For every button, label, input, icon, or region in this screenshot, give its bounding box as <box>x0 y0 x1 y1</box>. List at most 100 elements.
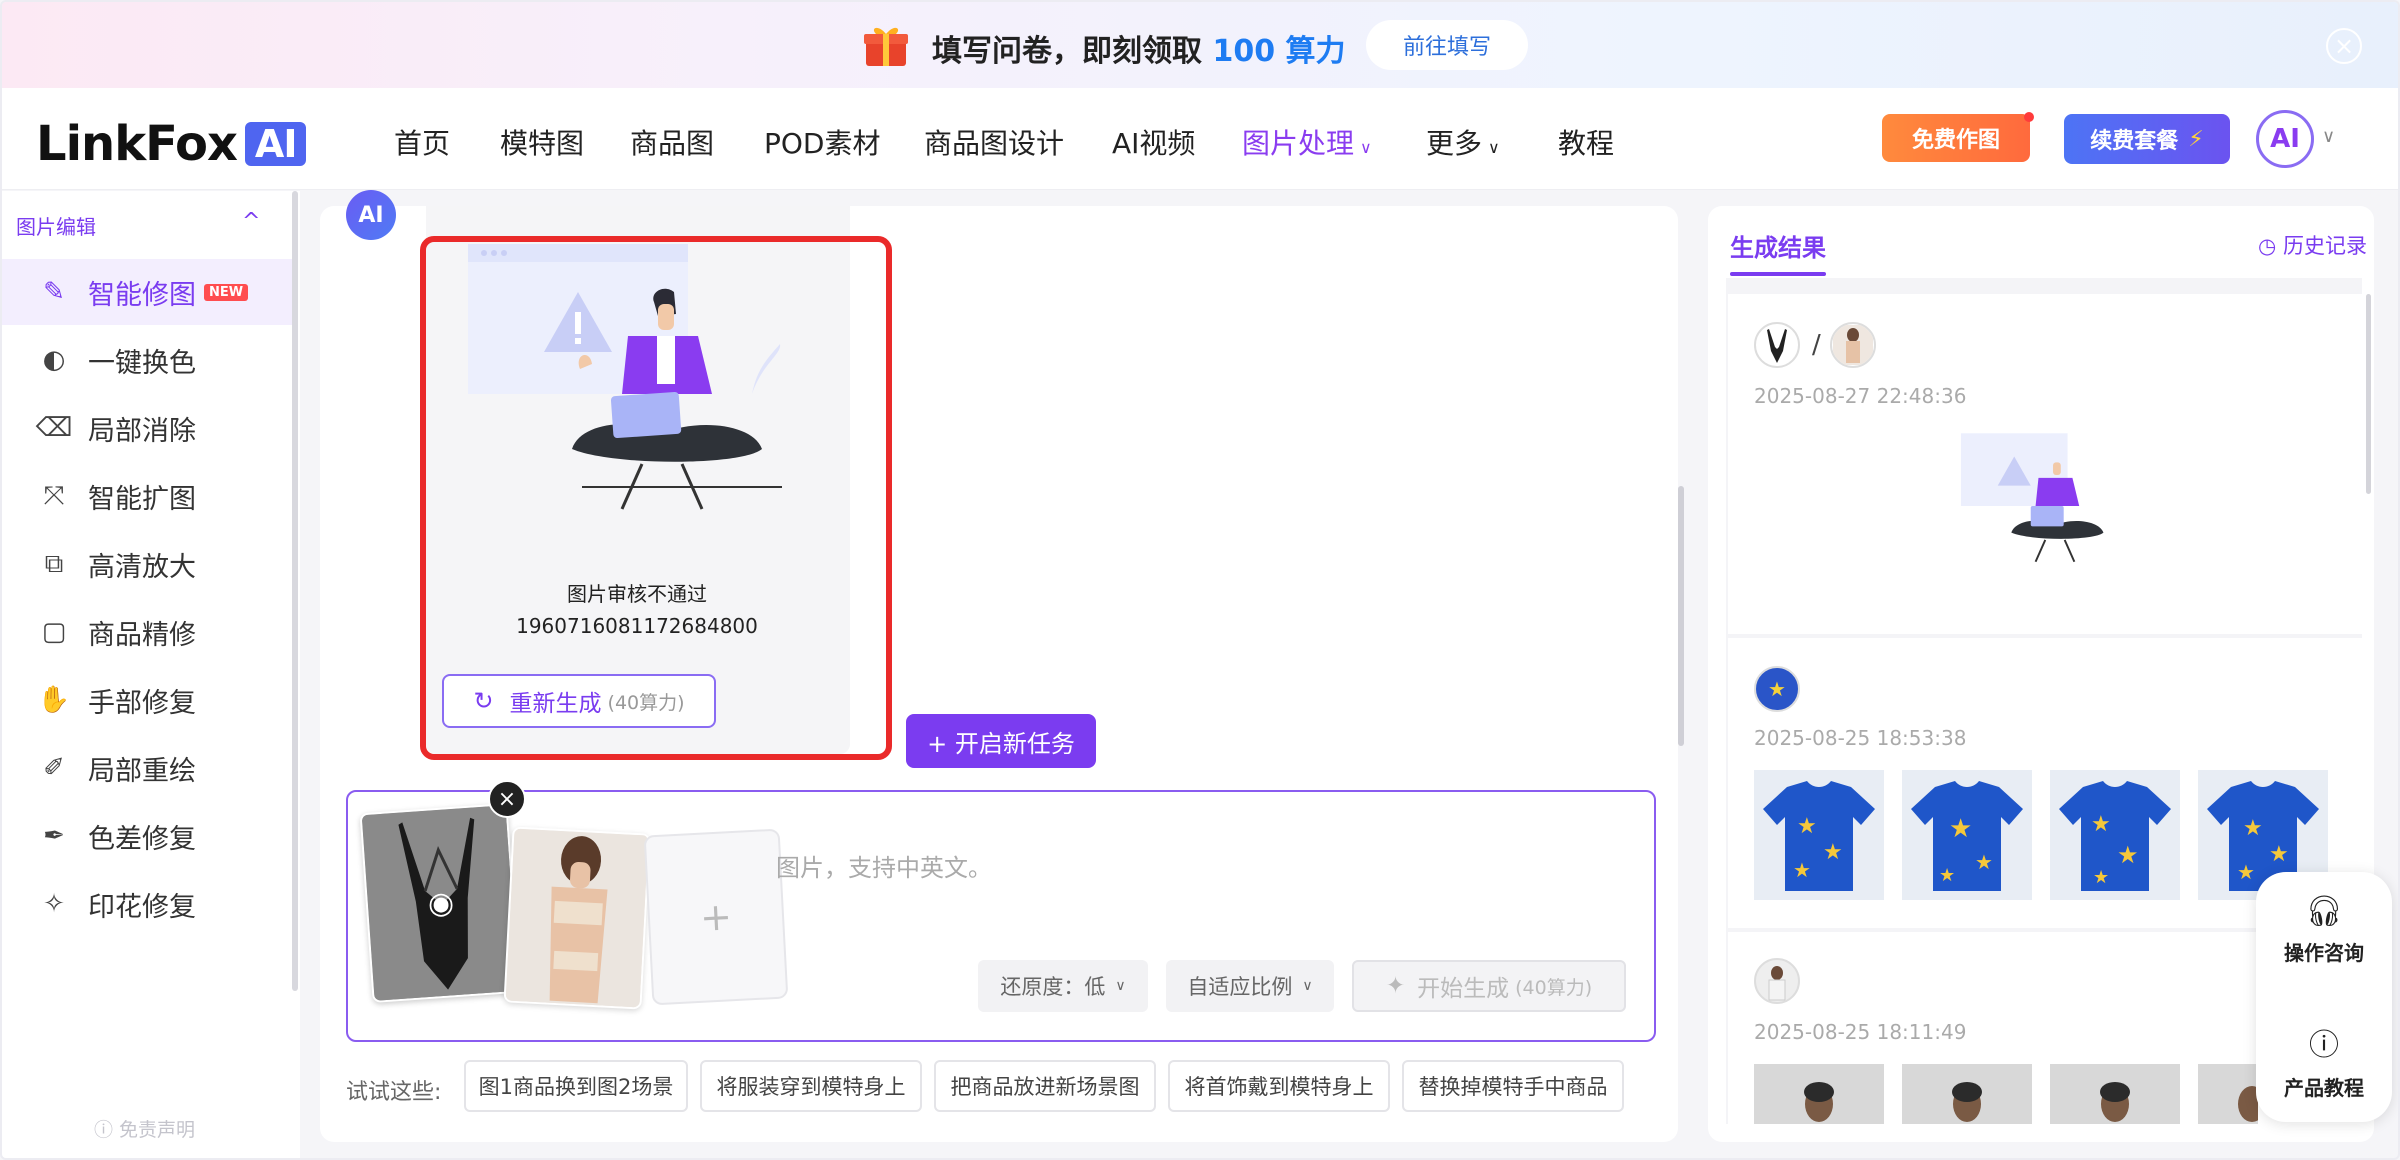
suggestion-chip[interactable]: 图1商品换到图2场景 <box>464 1060 688 1112</box>
hand-icon: ✋ <box>37 685 71 715</box>
repaint-icon: ✐ <box>43 753 65 783</box>
svg-text:★: ★ <box>1797 814 1817 839</box>
sidebar: 图片编辑 ^ ✎ 智能修图 NEW ◐ 一键换色 ⌫ 局部消除 ⤧ 智能扩图 ⧉ 高清放大 … <box>2 191 300 1158</box>
avatar[interactable]: AI <box>2256 110 2314 168</box>
notification-dot <box>2024 112 2034 122</box>
model-image <box>505 828 651 1010</box>
prompt-placeholder: 图片，支持中英文。 <box>776 854 992 882</box>
upscale-icon: ⧉ <box>44 548 64 579</box>
new-task-button[interactable]: + 开启新任务 <box>906 714 1096 768</box>
result-image[interactable]: ★ ★ ★ <box>1902 770 2032 900</box>
nav-product-image[interactable]: 商品图 <box>630 122 714 162</box>
sidebar-group-title[interactable]: 图片编辑 <box>16 211 96 240</box>
sidebar-item-expand[interactable]: ⤧ 智能扩图 <box>2 463 292 529</box>
try-label: 试试这些: <box>346 1080 442 1105</box>
chevron-down-icon: ∨ <box>1115 978 1126 994</box>
svg-text:★: ★ <box>2091 812 2111 837</box>
chevron-down-icon: ∨ <box>1488 138 1500 157</box>
nav-home[interactable]: 首页 <box>394 122 450 162</box>
result-time: 2025-08-25 18:53:38 <box>1754 726 1967 750</box>
tutorial-button[interactable]: ⓘ 产品教程 <box>2256 1020 2392 1101</box>
eraser-icon: ⌫ <box>35 413 73 443</box>
sidebar-item-product-retouch[interactable]: ▢ 商品精修 <box>2 599 292 665</box>
ai-avatar: AI <box>346 190 396 240</box>
suggestion-chip[interactable]: 将首饰戴到模特身上 <box>1168 1060 1390 1112</box>
add-image-button[interactable]: + <box>643 828 789 1006</box>
clock-icon: ◷ <box>2258 234 2283 258</box>
result-image[interactable] <box>2198 1064 2258 1124</box>
chevron-down-icon: ∨ <box>1302 978 1313 994</box>
input-thumb: ★ <box>1754 666 1800 712</box>
suggestion-chip[interactable]: 替换掉模特手中商品 <box>1402 1060 1624 1112</box>
close-icon[interactable]: × <box>2326 28 2362 64</box>
main-scrollbar[interactable] <box>1678 486 1684 746</box>
banner-cta-button[interactable]: 前往填写 <box>1366 20 1528 70</box>
gift-icon <box>864 27 908 66</box>
result-image[interactable]: ★ ★ ★ <box>1754 770 1884 900</box>
svg-text:★: ★ <box>2117 841 2139 869</box>
sidebar-item-upscale[interactable]: ⧉ 高清放大 <box>2 531 292 597</box>
result-image[interactable]: ★ ★ ★ <box>2050 770 2180 900</box>
eye-icon[interactable]: ◉ <box>428 886 454 921</box>
separator: / <box>1812 330 1821 360</box>
nav-ai-video[interactable]: AI视频 <box>1112 122 1195 162</box>
banner-text: 填写问卷，即刻领取 100 算力 <box>932 34 1346 69</box>
question-icon: ⓘ <box>2309 1028 2339 1063</box>
nav-tutorial[interactable]: 教程 <box>1558 122 1614 162</box>
chevron-down-icon: ∨ <box>1360 138 1372 157</box>
lightning-icon: ⚡ <box>2188 126 2204 152</box>
result-image[interactable] <box>1902 1064 2032 1124</box>
suggestion-chip[interactable]: 把商品放进新场景图 <box>934 1060 1156 1112</box>
input-thumb <box>1754 958 1800 1004</box>
color-swap-icon: ◐ <box>42 345 66 375</box>
nav-pod[interactable]: POD素材 <box>764 122 881 162</box>
result-image[interactable] <box>1754 1064 1884 1124</box>
results-scrollbar[interactable] <box>2366 294 2371 494</box>
sidebar-item-print-fix[interactable]: ✧ 印花修复 <box>2 871 292 937</box>
banner-highlight: 100 算力 <box>1212 34 1346 69</box>
plus-icon: + <box>698 894 734 940</box>
svg-text:★: ★ <box>1793 858 1811 882</box>
result-time: 2025-08-27 22:48:36 <box>1754 384 1967 408</box>
start-generate-button[interactable]: ✦ 开始生成 (40算力) <box>1352 960 1626 1012</box>
sidebar-item-repaint[interactable]: ✐ 局部重绘 <box>2 735 292 801</box>
sidebar-item-hand-fix[interactable]: ✋ 手部修复 <box>2 667 292 733</box>
chevron-up-icon[interactable]: ^ <box>242 209 260 234</box>
free-draw-button[interactable]: 免费作图 <box>1882 114 2030 162</box>
magic-brush-icon: ✎ <box>43 277 65 307</box>
nav-image-processing[interactable]: 图片处理 ∨ <box>1242 122 1372 162</box>
nav-product-design[interactable]: 商品图设计 <box>924 122 1064 162</box>
sidebar-scrollbar[interactable] <box>292 191 298 991</box>
nav-model-image[interactable]: 模特图 <box>500 122 584 162</box>
svg-text:★: ★ <box>1949 814 1972 844</box>
top-nav: LinkFox AI 首页 模特图 商品图 POD素材 商品图设计 AI视频 图片… <box>2 88 2398 190</box>
logo[interactable]: LinkFox AI <box>36 116 307 172</box>
disclaimer-link[interactable]: ⓘ 免责声明 <box>94 1115 195 1142</box>
remove-image-icon[interactable]: × <box>488 780 526 818</box>
sidebar-item-color-fix[interactable]: ✒ 色差修复 <box>2 803 292 869</box>
suggestion-chip[interactable]: 将服装穿到模特身上 <box>700 1060 922 1112</box>
tab-results[interactable]: 生成结果 <box>1730 228 1826 263</box>
chevron-down-icon[interactable]: ∨ <box>2322 126 2335 147</box>
sidebar-item-color-swap[interactable]: ◐ 一键换色 <box>2 327 292 393</box>
ratio-select[interactable]: 自适应比例 ∨ <box>1166 960 1334 1012</box>
retouch-icon: ▢ <box>41 617 67 647</box>
expand-icon: ⤧ <box>43 480 65 511</box>
svg-text:★: ★ <box>1823 840 1843 865</box>
uploaded-image-model[interactable] <box>503 826 651 1010</box>
fidelity-select[interactable]: 还原度：低 ∨ <box>978 960 1148 1012</box>
consult-button[interactable]: 🎧︎ 操作咨询 <box>2256 894 2392 966</box>
svg-text:★: ★ <box>1939 865 1955 886</box>
headset-icon: 🎧︎ <box>2304 894 2344 929</box>
color-fix-icon: ✒ <box>43 821 65 851</box>
result-image[interactable] <box>2050 1064 2180 1124</box>
renew-button[interactable]: 续费套餐 ⚡ <box>2064 114 2230 164</box>
magic-wand-icon: ✦ <box>1385 973 1406 999</box>
nav-more[interactable]: 更多 ∨ <box>1426 122 1500 162</box>
sidebar-item-erase[interactable]: ⌫ 局部消除 <box>2 395 292 461</box>
input-thumb <box>1754 322 1800 368</box>
svg-text:★: ★ <box>2093 867 2109 888</box>
sidebar-item-smart-retouch[interactable]: ✎ 智能修图 NEW <box>2 259 292 325</box>
info-icon: ⓘ <box>94 1119 120 1141</box>
history-link[interactable]: ◷ 历史记录 <box>2258 230 2367 260</box>
